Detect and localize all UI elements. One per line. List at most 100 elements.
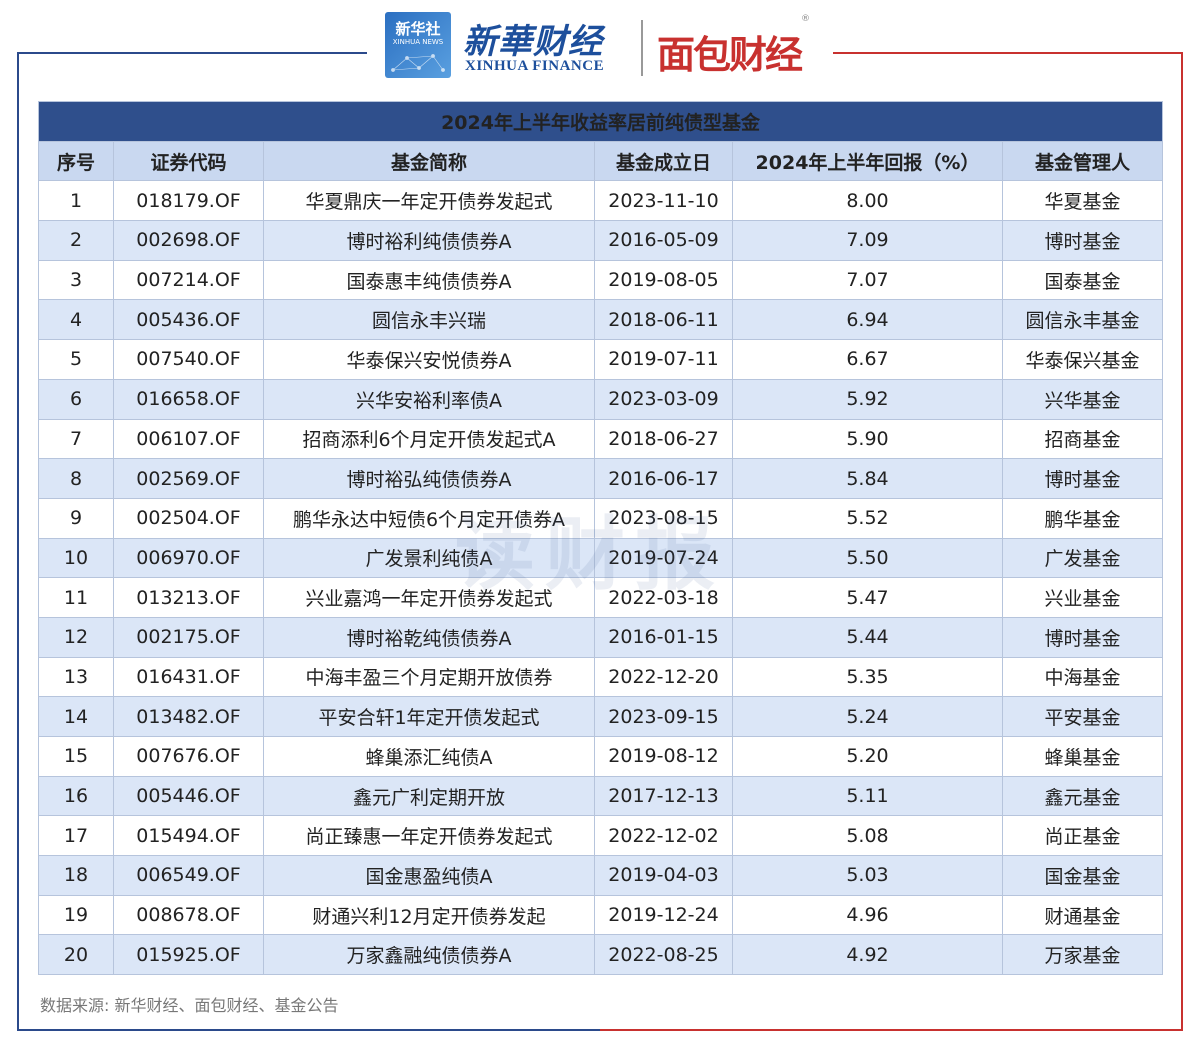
fund-table: 2024年上半年收益率居前纯债型基金 序号 证券代码 基金简称 基金成立日 2024年上… xyxy=(37,101,1164,976)
cell-col-name: 蜂巢添汇纯债A xyxy=(263,736,595,777)
cell-col-name: 财通兴利12月定开债券发起 xyxy=(263,894,595,936)
cell-col-manager: 万家基金 xyxy=(1001,934,1164,976)
cell-col-name: 圆信永丰兴瑞 xyxy=(263,299,595,341)
cell-col-code: 006549.OF xyxy=(113,855,264,896)
cell-col-return: 5.50 xyxy=(732,537,1003,579)
cell-col-inception: 2023-09-15 xyxy=(594,696,733,737)
cell-col-inception: 2018-06-11 xyxy=(594,299,733,341)
cell-col-inception: 2017-12-13 xyxy=(594,775,733,817)
cell-col-index: 17 xyxy=(38,815,114,857)
cell-col-name: 鹏华永达中短债6个月定开债券A xyxy=(263,497,595,539)
source-note: 数据来源: 新华财经、面包财经、基金公告 xyxy=(40,996,339,1015)
cell-col-name: 招商添利6个月定开债发起式A xyxy=(263,418,595,460)
cell-col-name: 鑫元广利定期开放 xyxy=(263,775,595,817)
xinhua-finance-subtitle: XINHUA FINANCE xyxy=(465,58,605,74)
table-row: 10 006970.OF 广发景利纯债A 2019-07-24 5.50 广发基金 xyxy=(38,537,1164,579)
cell-col-manager: 鑫元基金 xyxy=(1001,775,1164,817)
cell-col-name: 博时裕弘纯债债券A xyxy=(263,458,595,499)
cell-col-manager: 华泰保兴基金 xyxy=(1001,339,1164,380)
cell-col-return: 5.11 xyxy=(732,775,1003,817)
cell-col-manager: 中海基金 xyxy=(1001,656,1164,698)
cell-col-index: 13 xyxy=(38,656,114,698)
cell-col-name: 博时裕利纯债债券A xyxy=(263,220,595,261)
cell-col-return: 5.03 xyxy=(732,855,1003,896)
cell-col-name: 万家鑫融纯债债券A xyxy=(263,934,595,976)
cell-col-code: 013482.OF xyxy=(113,696,264,737)
cell-col-return: 5.84 xyxy=(732,458,1003,499)
table-row: 4 005436.OF 圆信永丰兴瑞 2018-06-11 6.94 圆信永丰基金 xyxy=(38,299,1164,341)
cell-col-return: 6.94 xyxy=(732,299,1003,341)
cell-col-inception: 2019-12-24 xyxy=(594,894,733,936)
cell-col-manager: 尚正基金 xyxy=(1001,815,1164,857)
cell-col-inception: 2019-08-05 xyxy=(594,259,733,301)
cell-col-return: 5.35 xyxy=(732,656,1003,698)
cell-col-inception: 2019-04-03 xyxy=(594,855,733,896)
cell-col-code: 015494.OF xyxy=(113,815,264,857)
cell-col-code: 007214.OF xyxy=(113,259,264,301)
cell-col-index: 19 xyxy=(38,894,114,936)
cell-col-name: 平安合轩1年定开债发起式 xyxy=(263,696,595,737)
cell-col-return: 4.96 xyxy=(732,894,1003,936)
table-row: 20 015925.OF 万家鑫融纯债债券A 2022-08-25 4.92 万家基金 xyxy=(38,934,1164,976)
cell-col-manager: 博时基金 xyxy=(1001,220,1164,261)
cell-col-return: 5.24 xyxy=(732,696,1003,737)
table-row: 16 005446.OF 鑫元广利定期开放 2017-12-13 5.11 鑫元基金 xyxy=(38,775,1164,817)
brand-header: 新华社 XINHUA NEWS 新華财经 XINHUA FINANCE 面包财经… xyxy=(385,10,825,82)
table-row: 1 018179.OF 华夏鼎庆一年定开债券发起式 2023-11-10 8.00 华夏基… xyxy=(38,180,1164,222)
table-row: 19 008678.OF 财通兴利12月定开债券发起 2019-12-24 4.96 财通… xyxy=(38,894,1164,936)
cell-col-index: 16 xyxy=(38,775,114,817)
header-col-inception: 基金成立日 xyxy=(594,140,733,182)
header-col-manager: 基金管理人 xyxy=(1001,140,1164,182)
cell-col-manager: 广发基金 xyxy=(1001,537,1164,579)
cell-col-code: 006107.OF xyxy=(113,418,264,460)
xinhua-logo-cn: 新华社 xyxy=(395,20,441,38)
table-row: 8 002569.OF 博时裕弘纯债债券A 2016-06-17 5.84 博时基金 xyxy=(38,458,1164,499)
cell-col-code: 005436.OF xyxy=(113,299,264,341)
table-row: 7 006107.OF 招商添利6个月定开债发起式A 2018-06-27 5.90 招商… xyxy=(38,418,1164,460)
cell-col-name: 华夏鼎庆一年定开债券发起式 xyxy=(263,180,595,222)
table-header-row: 序号 证券代码 基金简称 基金成立日 2024年上半年回报（%） 基金管理人 xyxy=(38,140,1164,182)
xinhua-news-logo: 新华社 XINHUA NEWS xyxy=(385,12,451,78)
table-row: 13 016431.OF 中海丰盈三个月定期开放债券 2022-12-20 5.35 中海… xyxy=(38,656,1164,698)
cell-col-return: 5.20 xyxy=(732,736,1003,777)
cell-col-index: 9 xyxy=(38,497,114,539)
cell-col-name: 广发景利纯债A xyxy=(263,537,595,579)
cell-col-index: 5 xyxy=(38,339,114,380)
cell-col-inception: 2019-07-11 xyxy=(594,339,733,380)
cell-col-return: 4.92 xyxy=(732,934,1003,976)
registered-mark: ® xyxy=(801,14,810,24)
cell-col-return: 7.09 xyxy=(732,220,1003,261)
cell-col-return: 7.07 xyxy=(732,259,1003,301)
table-row: 9 002504.OF 鹏华永达中短债6个月定开债券A 2023-08-15 5.52 鹏… xyxy=(38,497,1164,539)
cell-col-inception: 2016-06-17 xyxy=(594,458,733,499)
cell-col-manager: 蜂巢基金 xyxy=(1001,736,1164,777)
cell-col-index: 8 xyxy=(38,458,114,499)
cell-col-return: 8.00 xyxy=(732,180,1003,222)
cell-col-index: 4 xyxy=(38,299,114,341)
table-row: 15 007676.OF 蜂巢添汇纯债A 2019-08-12 5.20 蜂巢基金 xyxy=(38,736,1164,777)
cell-col-name: 博时裕乾纯债债券A xyxy=(263,616,595,658)
cell-col-inception: 2022-12-02 xyxy=(594,815,733,857)
cell-col-index: 20 xyxy=(38,934,114,976)
cell-col-return: 5.90 xyxy=(732,418,1003,460)
cell-col-return: 6.67 xyxy=(732,339,1003,380)
mianbao-logo: 面包财经 xyxy=(657,33,803,77)
cell-col-inception: 2022-03-18 xyxy=(594,577,733,618)
cell-col-index: 18 xyxy=(38,855,114,896)
cell-col-inception: 2023-08-15 xyxy=(594,497,733,539)
cell-col-index: 1 xyxy=(38,180,114,222)
cell-col-manager: 博时基金 xyxy=(1001,616,1164,658)
table-title-row: 2024年上半年收益率居前纯债型基金 xyxy=(37,101,1164,142)
cell-col-index: 12 xyxy=(38,616,114,658)
cell-col-return: 5.44 xyxy=(732,616,1003,658)
cell-col-name: 华泰保兴安悦债券A xyxy=(263,339,595,380)
cell-col-inception: 2022-12-20 xyxy=(594,656,733,698)
header-col-code: 证券代码 xyxy=(113,140,264,182)
cell-col-code: 002504.OF xyxy=(113,497,264,539)
cell-col-manager: 圆信永丰基金 xyxy=(1001,299,1164,341)
header-divider xyxy=(641,20,643,76)
cell-col-index: 6 xyxy=(38,378,114,420)
cell-col-manager: 国泰基金 xyxy=(1001,259,1164,301)
cell-col-manager: 博时基金 xyxy=(1001,458,1164,499)
cell-col-name: 尚正臻惠一年定开债券发起式 xyxy=(263,815,595,857)
